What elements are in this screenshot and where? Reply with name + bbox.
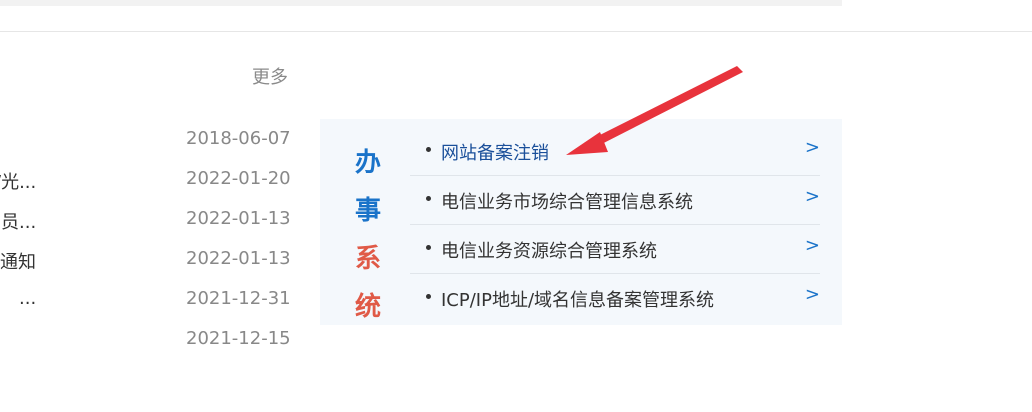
services-vertical-title: 办 事 系 统 [352,139,384,331]
more-link[interactable]: 更多 [252,63,288,89]
vertical-title-char: 系 [354,244,381,274]
bullet-icon [426,294,431,299]
service-item-label[interactable]: 网站备案注销 [441,139,549,165]
chevron-right-icon[interactable]: > [805,284,820,305]
bullet-icon [426,147,431,152]
news-row[interactable]: 员... 2022-01-13 [0,208,300,234]
top-bar [0,0,842,6]
news-date: 2022-01-13 [186,248,291,269]
service-item-label[interactable]: 电信业务市场综合管理信息系统 [441,188,693,214]
news-date: 2021-12-31 [186,288,291,309]
news-title[interactable]: 通知 [0,248,36,274]
service-item-icp-filing-system[interactable]: ICP/IP地址/域名信息备案管理系统 > [410,274,820,322]
news-row[interactable]: /光... 2022-01-20 [0,168,300,194]
service-item-label[interactable]: ICP/IP地址/域名信息备案管理系统 [441,286,714,312]
service-item-telecom-market-system[interactable]: 电信业务市场综合管理信息系统 > [410,176,820,225]
chevron-right-icon[interactable]: > [805,235,820,256]
service-item-telecom-resource-system[interactable]: 电信业务资源综合管理系统 > [410,225,820,274]
header-divider [0,31,1032,32]
vertical-title-char: 办 [354,148,381,178]
news-row[interactable]: 2021-12-15 [0,328,300,352]
news-title[interactable]: ... [19,288,36,309]
bullet-icon [426,245,431,250]
bullet-icon [426,196,431,201]
vertical-title-char: 统 [354,292,381,322]
news-title[interactable]: /光... [0,168,36,194]
news-title[interactable]: 员... [1,208,36,234]
chevron-right-icon[interactable]: > [805,186,820,207]
vertical-title-char: 事 [354,196,381,226]
annotation-arrow-icon [566,66,743,155]
news-date: 2021-12-15 [186,328,291,349]
news-row[interactable]: ... 2021-12-31 [0,288,300,312]
news-date: 2018-06-07 [186,128,291,149]
news-date: 2022-01-20 [186,168,291,189]
news-row[interactable]: 2018-06-07 [0,128,300,152]
news-date: 2022-01-13 [186,208,291,229]
service-item-label[interactable]: 电信业务资源综合管理系统 [441,237,657,263]
chevron-right-icon[interactable]: > [805,137,820,158]
news-row[interactable]: 通知 2022-01-13 [0,248,300,274]
